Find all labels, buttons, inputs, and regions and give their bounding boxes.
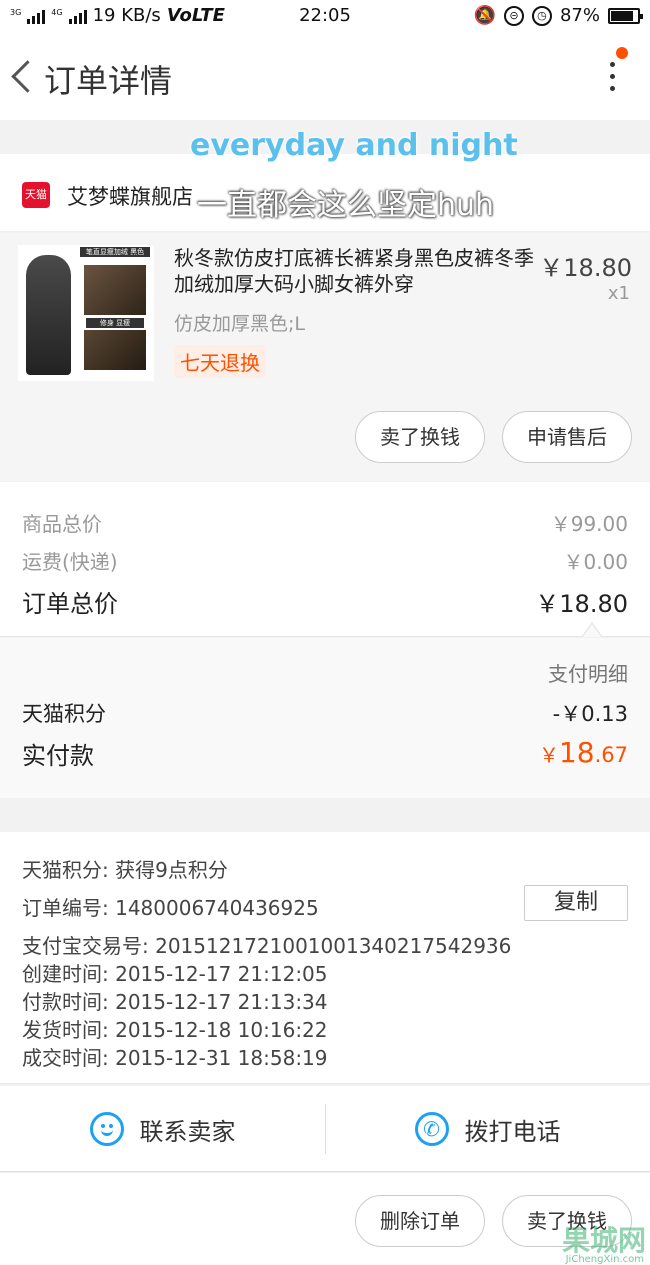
product-quantity: x1 [607,283,630,304]
detail-pointer [582,622,602,637]
info-points: 天猫积分: 获得9点积分 [22,858,228,882]
contact-seller-label: 联系卖家 [139,1117,236,1146]
status-right: 🔕 ⊝ ◷ 87% [473,5,643,26]
notification-dot [616,47,628,59]
contact-bar: 联系卖家 ✆ 拨打电话 [0,1086,650,1172]
info-alipay-number: 支付宝交易号: 2015121721001001340217542936 [22,934,512,958]
store-name: 艾梦蝶旗舰店 [67,185,193,209]
paid-currency: ￥ [538,743,559,767]
model-figure [26,255,71,375]
status-bar: 3G 4G 19 KB/s VoLTE 22:05 🔕 ⊝ ◷ 87% [0,0,650,34]
order-total-label: 订单总价 [22,590,118,618]
points-value: -￥0.13 [552,702,628,726]
paid-label: 实付款 [22,742,94,770]
goods-total-row: 商品总价 ￥99.00 [22,508,628,537]
site-watermark: 果城网 [561,1224,646,1257]
battery-percent: 87% [559,5,600,26]
paid-amount: ￥18.67 [539,736,628,771]
call-phone-button[interactable]: ✆ 拨打电话 [325,1086,650,1172]
copy-button[interactable]: 复制 [524,885,628,921]
image-tag-top: 笔直显瘦加绒 黑色 [80,247,150,257]
order-total-row: 订单总价 ￥18.80 [22,584,628,619]
overlay-caption-chinese: 一直都会这么坚定huh [197,188,495,223]
payment-detail-link[interactable]: 支付明细 [548,658,628,687]
return-policy-badge: 七天退换 [174,345,266,378]
product-sku: 仿皮加厚黑色;L [174,313,305,335]
contact-seller-button[interactable]: 联系卖家 [0,1086,325,1172]
shipping-value: ￥0.00 [563,550,628,574]
bottom-action-bar: 删除订单 卖了换钱 果城网 JiChengXin.com [0,1173,650,1265]
call-phone-label: 拨打电话 [464,1117,561,1146]
paid-decimal: .67 [594,743,628,767]
info-shipped-time: 发货时间: 2015-12-18 10:16:22 [22,1018,328,1042]
after-sale-button[interactable]: 申请售后 [502,411,632,463]
info-paid-time: 付款时间: 2015-12-17 21:13:34 [22,990,328,1014]
rotation-lock-icon: ⊝ [503,5,524,26]
points-row: 天猫积分 -￥0.13 [22,698,628,728]
shipping-row: 运费(快递) ￥0.00 [22,546,628,575]
overlay-caption-english: everyday and night [190,128,518,163]
site-watermark-sub: JiChengXin.com [565,1254,644,1265]
goods-total-value: ￥99.00 [550,512,628,536]
order-total-value: ￥18.80 [535,590,628,618]
nav-bar: 订单详情 [0,34,650,120]
mute-icon: 🔕 [473,5,496,26]
price-summary: 商品总价 ￥99.00 运费(快递) ￥0.00 订单总价 ￥18.80 [0,482,650,637]
payment-details: 支付明细 天猫积分 -￥0.13 实付款 ￥18.67 [0,638,650,798]
paid-row: 实付款 ￥18.67 [22,736,628,771]
fabric-swatch-1 [84,265,146,315]
product-image[interactable]: 笔直显瘦加绒 黑色 修身 显瘦 [18,245,154,381]
chat-smile-icon [89,1112,124,1146]
shipping-label: 运费(快递) [22,550,118,574]
tmall-logo-icon: 天猫 [22,182,50,208]
sell-for-cash-button[interactable]: 卖了换钱 [355,411,485,463]
phone-icon: ✆ [414,1112,449,1146]
goods-total-label: 商品总价 [22,512,102,536]
order-info: 天猫积分: 获得9点积分 订单编号: 1480006740436925 复制 支… [0,832,650,1084]
product-price: ￥18.80 [539,254,632,282]
points-label: 天猫积分 [22,702,106,726]
info-order-number: 订单编号: 1480006740436925 [22,896,319,920]
more-menu-icon[interactable] [604,58,620,98]
info-completed-time: 成交时间: 2015-12-31 18:58:19 [22,1046,328,1070]
product-card[interactable]: 笔直显瘦加绒 黑色 修身 显瘦 秋冬款仿皮打底裤长裤紧身黑色皮裤冬季加绒加厚大码… [0,233,650,481]
image-tag-mid: 修身 显瘦 [86,318,144,328]
paid-integer: 18 [558,736,595,769]
info-created-time: 创建时间: 2015-12-17 21:12:05 [22,962,328,986]
back-arrow-icon[interactable] [10,56,36,96]
battery-icon [608,7,643,24]
product-title[interactable]: 秋冬款仿皮打底裤长裤紧身黑色皮裤冬季加绒加厚大码小脚女裤外穿 [174,245,534,297]
page-title: 订单详情 [44,62,173,100]
fabric-swatch-2 [84,330,146,370]
alarm-icon: ◷ [531,5,552,26]
delete-order-button[interactable]: 删除订单 [355,1195,485,1247]
